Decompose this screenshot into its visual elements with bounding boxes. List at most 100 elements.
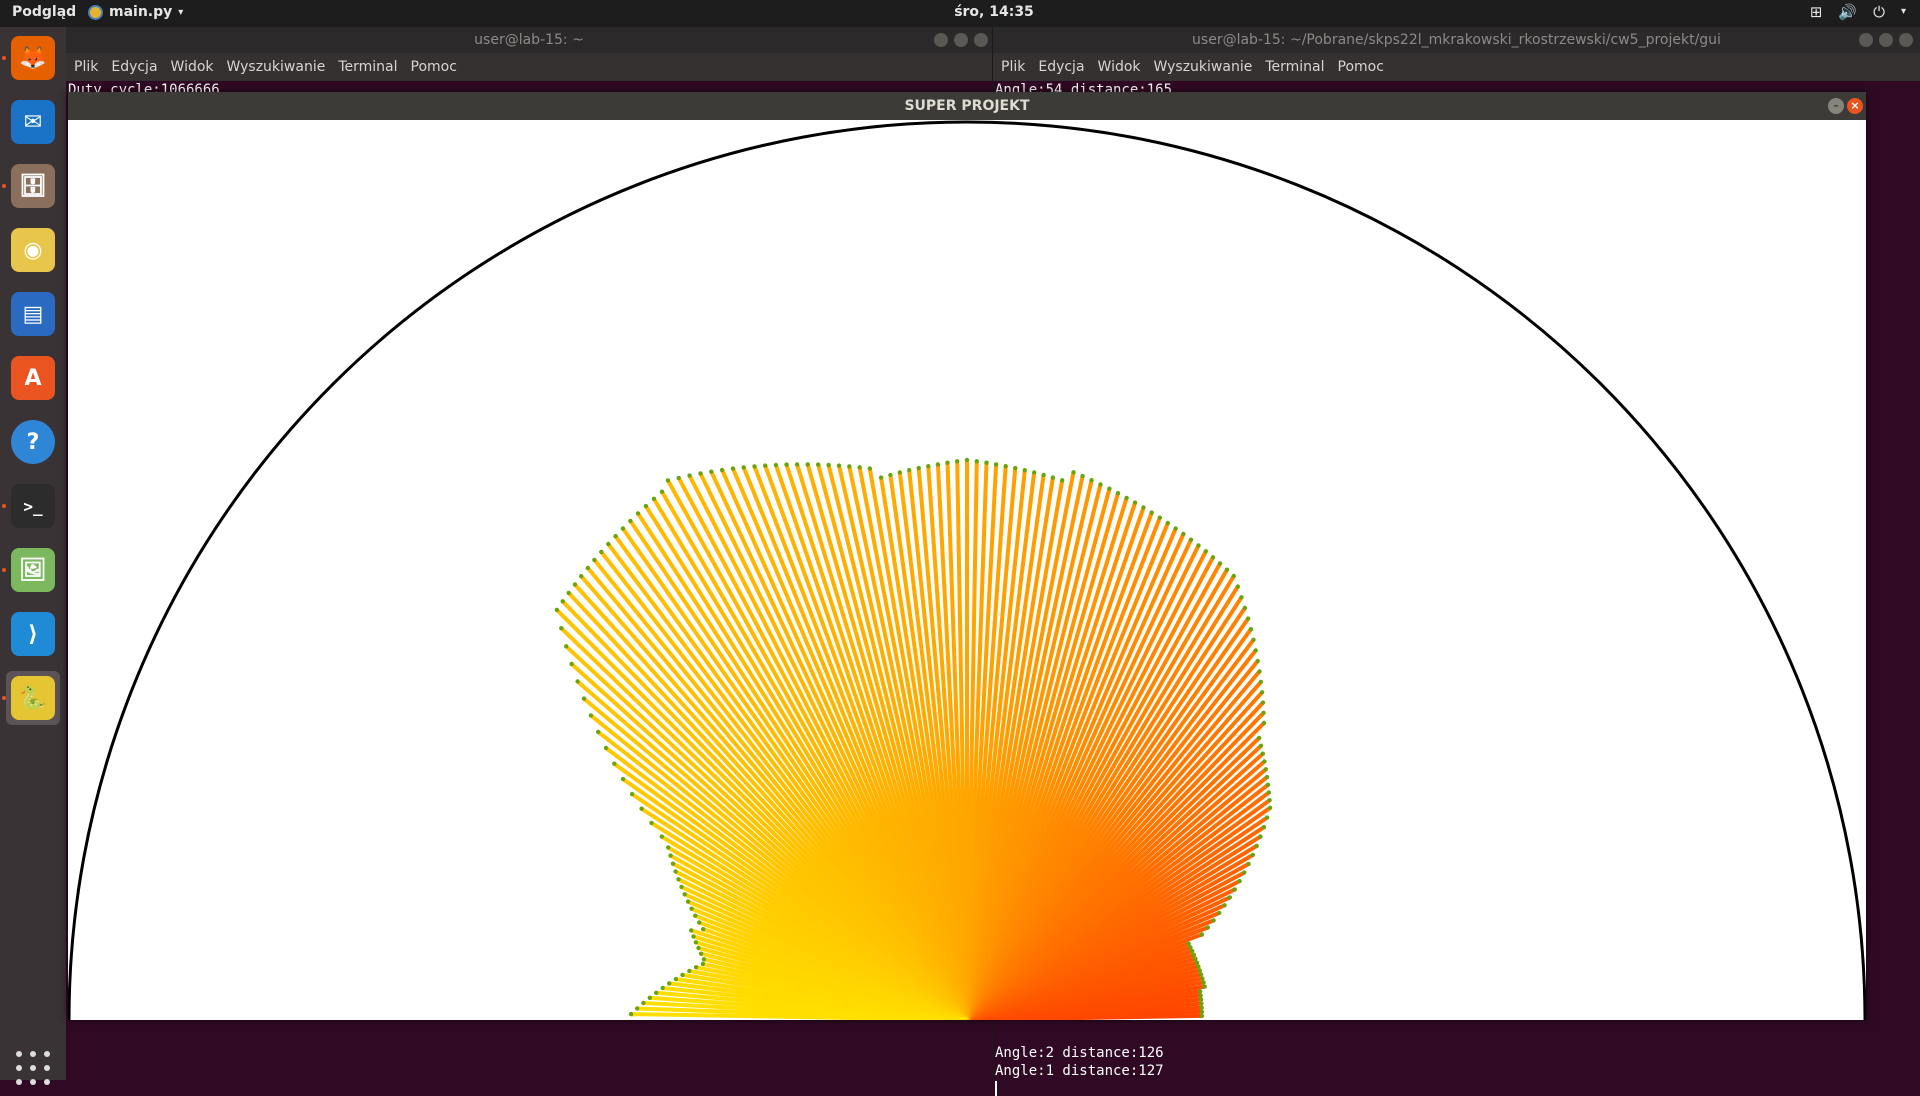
- minimize-button[interactable]: [1859, 33, 1873, 47]
- menu-item-pomoc[interactable]: Pomoc: [1338, 59, 1384, 75]
- radar-echo-point: [1202, 984, 1207, 989]
- radar-echo-point: [826, 462, 831, 468]
- minimize-button[interactable]: [934, 33, 948, 47]
- system-tray[interactable]: ⊞ 🔊 ⏻ ▾: [1810, 3, 1906, 21]
- dock-item-files[interactable]: 🗄: [6, 159, 60, 213]
- radar-echo-point: [1235, 584, 1241, 589]
- radar-echo-point: [836, 463, 842, 468]
- radar-echo-point: [687, 968, 692, 974]
- radar-echo-point: [907, 468, 912, 473]
- running-indicator: [2, 696, 6, 700]
- radar-echo-point: [564, 644, 569, 649]
- radar-echo-point: [1032, 470, 1037, 475]
- radar-echo-point: [719, 467, 725, 473]
- show-applications-icon[interactable]: [12, 1047, 54, 1089]
- close-button[interactable]: [974, 33, 988, 47]
- radar-echo-point: [1022, 468, 1027, 473]
- menu-item-plik[interactable]: Plik: [74, 59, 98, 75]
- dock-item-rhythmbox[interactable]: ◉: [6, 223, 60, 277]
- radar-echo-point: [660, 985, 665, 991]
- menu-item-plik[interactable]: Plik: [1001, 59, 1025, 75]
- radar-echo-point: [752, 464, 757, 469]
- radar-echo-point: [1060, 478, 1065, 483]
- radar-echo-point: [1257, 669, 1262, 674]
- maximize-button[interactable]: [954, 33, 968, 47]
- radar-echo-point: [1261, 710, 1266, 715]
- dock-item-firefox[interactable]: 🦊: [6, 31, 60, 85]
- menu-item-widok[interactable]: Widok: [171, 59, 214, 75]
- radar-echo-point: [679, 884, 684, 890]
- radar-echo-point: [1259, 690, 1265, 695]
- radar-echo-point: [666, 845, 671, 850]
- radar-echo-point: [606, 541, 611, 547]
- radar-echo-point: [897, 470, 902, 475]
- radar-echo-point: [888, 472, 893, 478]
- radar-echo-point: [635, 1006, 640, 1011]
- radar-echo-point: [1013, 465, 1018, 471]
- radar-echo-point: [1267, 805, 1273, 810]
- menu-item-wyszukiwanie[interactable]: Wyszukiwanie: [227, 59, 326, 75]
- radar-echo-point: [878, 475, 884, 480]
- dock-item-software[interactable]: A: [6, 351, 60, 405]
- menu-item-edycja[interactable]: Edycja: [1038, 59, 1084, 75]
- menu-item-pomoc[interactable]: Pomoc: [411, 59, 457, 75]
- radar-echo-point: [659, 834, 664, 839]
- radar-echo-point: [620, 776, 626, 782]
- radar-echo-point: [1266, 790, 1272, 795]
- radar-echo-point: [1124, 495, 1129, 501]
- radar-echo-point: [1173, 526, 1178, 531]
- menu-item-edycja[interactable]: Edycja: [111, 59, 157, 75]
- radar-echo-point: [700, 961, 706, 967]
- dock-item-python-app[interactable]: 🐍: [6, 671, 60, 725]
- radar-echo-point: [1205, 925, 1211, 930]
- running-indicator: [2, 184, 6, 188]
- window-title: SUPER PROJEKT: [68, 92, 1866, 120]
- radar-echo-point: [1003, 464, 1008, 469]
- radar-echo-point: [1267, 798, 1272, 803]
- radar-echo-point: [701, 957, 707, 962]
- radar-echo-point: [1201, 980, 1206, 985]
- radar-echo-point: [676, 475, 681, 481]
- app-window[interactable]: SUPER PROJEKT – ×: [68, 92, 1866, 1020]
- dock-item-vscode[interactable]: ⟩: [6, 607, 60, 661]
- radar-echo-point: [794, 462, 800, 467]
- radar-echo-point: [628, 518, 633, 524]
- menu-item-wyszukiwanie[interactable]: Wyszukiwanie: [1154, 59, 1253, 75]
- network-icon[interactable]: ⊞: [1810, 3, 1823, 21]
- menu-item-terminal[interactable]: Terminal: [338, 59, 397, 75]
- dock-item-terminal[interactable]: >_: [6, 479, 60, 533]
- music-player-icon: ◉: [11, 228, 55, 272]
- radar-echo-point: [628, 1011, 634, 1017]
- radar-echo-point: [1071, 470, 1076, 475]
- radar-echo-point: [566, 590, 571, 596]
- window-title: user@lab-15: ~/Pobrane/skps22l_mkrakowsk…: [993, 27, 1920, 53]
- help-icon: ?: [11, 420, 55, 464]
- radar-echo-point: [1258, 743, 1264, 748]
- dock-item-image-viewer[interactable]: 🖼: [6, 543, 60, 597]
- radar-echo-point: [1199, 932, 1205, 937]
- power-icon[interactable]: ⏻: [1873, 3, 1885, 21]
- dock-item-thunderbird[interactable]: ✉: [6, 95, 60, 149]
- close-button[interactable]: ×: [1847, 98, 1863, 114]
- menu-item-terminal[interactable]: Terminal: [1265, 59, 1324, 75]
- terminal-output-line-2: Angle:1 distance:127: [995, 1063, 1164, 1079]
- volume-icon[interactable]: 🔊: [1838, 3, 1857, 21]
- maximize-button[interactable]: [1879, 33, 1893, 47]
- radar-echo-point: [1210, 555, 1216, 560]
- radar-echo-point: [701, 927, 706, 932]
- radar-echo-point: [673, 869, 678, 874]
- radar-echo-point: [613, 534, 618, 539]
- radar-echo-point: [730, 466, 736, 471]
- dock-item-help[interactable]: ?: [6, 415, 60, 469]
- radar-echo-point: [1222, 903, 1227, 908]
- close-button[interactable]: [1899, 33, 1913, 47]
- menu-item-widok[interactable]: Widok: [1098, 59, 1141, 75]
- radar-echo-point: [572, 582, 578, 587]
- minimize-button[interactable]: –: [1828, 98, 1844, 114]
- clock[interactable]: śro, 14:35: [0, 4, 1920, 20]
- radar-echo-point: [926, 464, 931, 469]
- dock-item-writer[interactable]: ▤: [6, 287, 60, 341]
- radar-echo-point: [685, 899, 691, 904]
- chevron-down-icon[interactable]: ▾: [1901, 6, 1906, 21]
- radar-echo-point: [659, 489, 665, 494]
